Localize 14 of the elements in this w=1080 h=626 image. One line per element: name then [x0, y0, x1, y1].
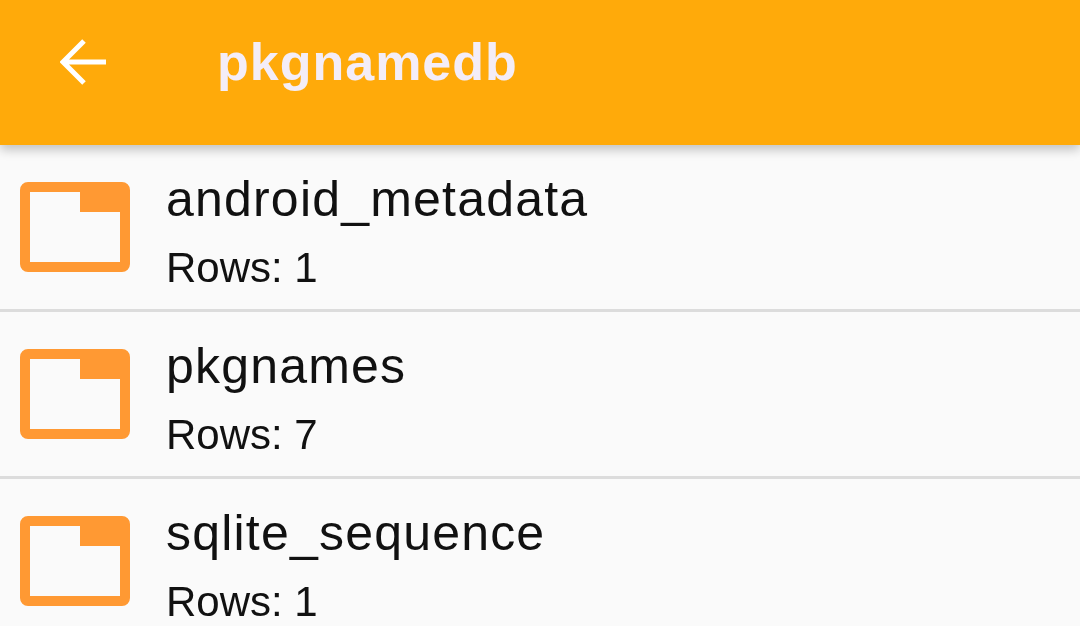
window-icon [20, 516, 130, 606]
table-name: pkgnames [166, 336, 407, 395]
table-list-item[interactable]: android_metadata Rows: 1 [0, 145, 1080, 312]
screen-title: pkgnamedb [217, 32, 518, 92]
row-count: Rows: 1 [166, 242, 319, 293]
row-count: Rows: 1 [166, 576, 319, 626]
window-icon [20, 349, 130, 439]
row-count: Rows: 7 [166, 409, 319, 460]
table-list-item[interactable]: pkgnames Rows: 7 [0, 312, 1080, 479]
window-icon [20, 182, 130, 272]
table-name: android_metadata [166, 169, 589, 228]
table-name: sqlite_sequence [166, 503, 546, 562]
arrow-left-icon [60, 38, 108, 86]
table-list-item[interactable]: sqlite_sequence Rows: 1 [0, 479, 1080, 626]
